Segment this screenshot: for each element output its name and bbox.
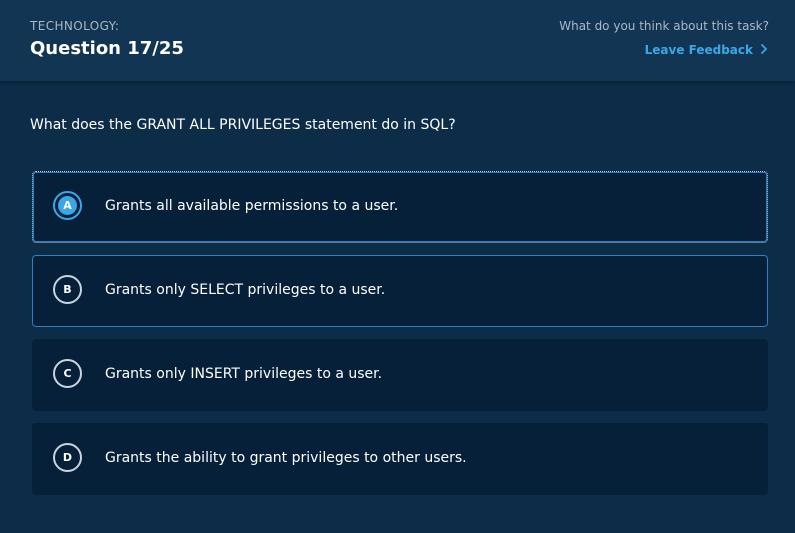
answer-option-c[interactable]: C Grants only INSERT privileges to a use… xyxy=(32,339,768,411)
question-number: Question 17/25 xyxy=(30,38,184,59)
answer-option-d[interactable]: D Grants the ability to grant privileges… xyxy=(32,423,768,495)
leave-feedback-label: Leave Feedback xyxy=(644,43,753,57)
feedback-prompt: What do you think about this task? xyxy=(559,19,769,33)
option-letter: B xyxy=(63,283,72,296)
option-letter-badge: C xyxy=(53,359,82,388)
option-letter: A xyxy=(58,196,77,215)
option-letter-badge: B xyxy=(53,275,82,304)
option-letter: D xyxy=(62,451,73,464)
answer-option-a[interactable]: A Grants all available permissions to a … xyxy=(32,171,768,243)
header-bar: TECHNOLOGY: Question 17/25 What do you t… xyxy=(0,0,795,81)
option-text: Grants only INSERT privileges to a user. xyxy=(105,366,383,382)
category-label: TECHNOLOGY: xyxy=(30,19,120,33)
question-text: What does the GRANT ALL PRIVILEGES state… xyxy=(30,117,456,133)
option-letter-badge: D xyxy=(53,443,82,472)
chevron-right-icon xyxy=(761,44,767,54)
option-text: Grants all available permissions to a us… xyxy=(105,198,399,214)
option-letter: C xyxy=(63,367,72,380)
answer-option-b[interactable]: B Grants only SELECT privileges to a use… xyxy=(32,255,768,327)
option-letter-badge: A xyxy=(53,191,82,220)
leave-feedback-link[interactable]: Leave Feedback xyxy=(645,43,769,57)
option-text: Grants the ability to grant privileges t… xyxy=(105,450,467,466)
option-text: Grants only SELECT privileges to a user. xyxy=(105,282,386,298)
